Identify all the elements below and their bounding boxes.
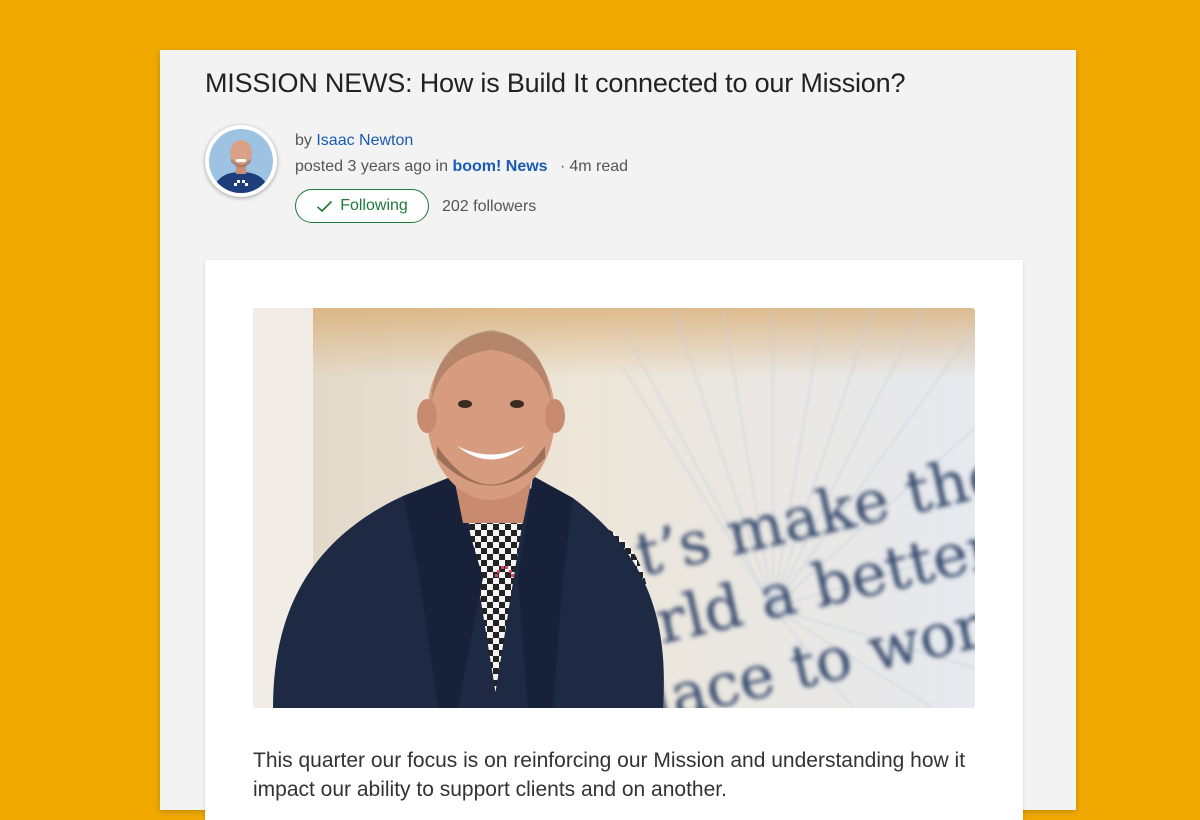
author-photo: et’s make the orld a better lace to work bbox=[253, 308, 975, 708]
posted-time: posted 3 years ago in bbox=[295, 158, 448, 175]
meta-separator: · bbox=[560, 158, 566, 175]
followers-count: 202 followers bbox=[442, 198, 537, 215]
article-page: MISSION NEWS: How is Build It connected … bbox=[160, 50, 1076, 820]
read-time: 4m read bbox=[569, 158, 629, 175]
avatar-icon bbox=[209, 129, 273, 193]
author-avatar[interactable] bbox=[205, 125, 277, 197]
following-label: Following bbox=[340, 197, 408, 214]
check-icon bbox=[317, 200, 333, 212]
author-link[interactable]: Isaac Newton bbox=[316, 132, 413, 149]
author-byline: by Isaac Newton bbox=[295, 132, 413, 150]
post-meta: posted 3 years ago in boom! News · 4m rea… bbox=[295, 158, 628, 176]
article-title: MISSION NEWS: How is Build It connected … bbox=[205, 68, 906, 98]
article-card: et’s make the orld a better lace to work bbox=[205, 260, 1023, 820]
category-link[interactable]: boom! News bbox=[452, 158, 547, 175]
byline-prefix: by bbox=[295, 132, 312, 149]
article-body: This quarter our focus is on reinforcing… bbox=[253, 749, 966, 801]
following-button[interactable]: Following bbox=[295, 189, 429, 223]
